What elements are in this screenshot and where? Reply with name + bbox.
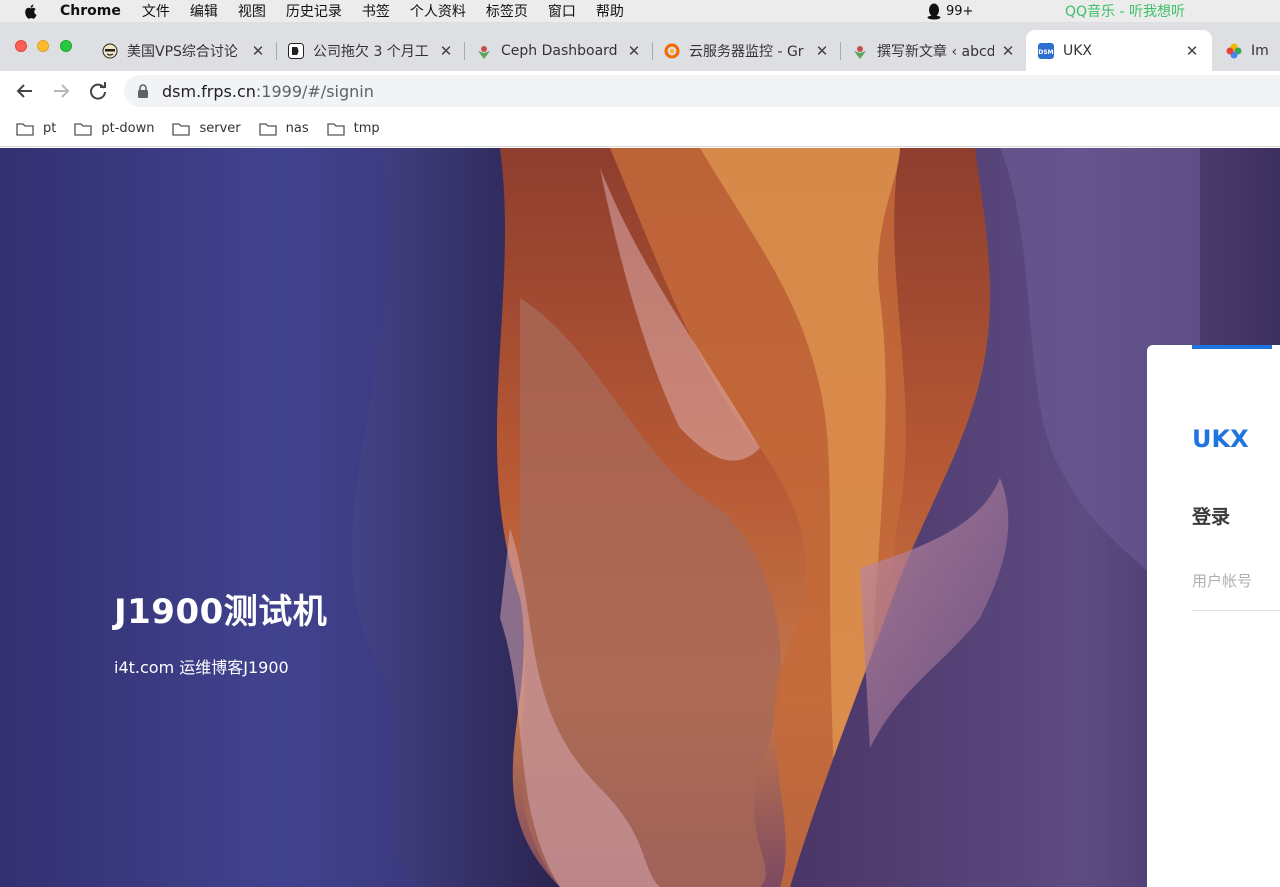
bookmark-folder-nas[interactable]: nas	[258, 121, 309, 136]
lock-icon[interactable]	[137, 84, 149, 98]
tab-grafana-monitor[interactable]: 云服务器监控 - Gr ✕	[654, 30, 841, 71]
account-input[interactable]	[1192, 567, 1280, 611]
grafana-icon	[664, 43, 680, 58]
close-tab-icon[interactable]: ✕	[250, 42, 266, 60]
tab-title: 美国VPS综合讨论	[127, 43, 238, 60]
tab-separator	[464, 42, 465, 60]
bookmark-folder-server[interactable]: server	[172, 121, 241, 136]
music-status[interactable]: QQ音乐 - 听我想听	[1065, 0, 1185, 22]
url-host: dsm.frps.cn	[162, 81, 256, 101]
tab-wordpress-editor[interactable]: 撰写新文章 ‹ abcd ✕	[842, 30, 1026, 71]
bookmark-label: nas	[285, 121, 309, 136]
bookmark-label: pt-down	[101, 121, 155, 136]
close-tab-icon[interactable]: ✕	[1184, 42, 1200, 60]
tab-v2ex-post[interactable]: 公司拖欠 3 个月工 ✕	[278, 30, 465, 71]
menu-view[interactable]: 视图	[238, 1, 266, 21]
tab-ukx-active[interactable]: DSM UKX ✕	[1026, 30, 1212, 71]
tab-separator	[652, 42, 653, 60]
url-text: dsm.frps.cn:1999/#/signin	[162, 82, 374, 101]
bookmark-folder-pt[interactable]: pt	[16, 121, 56, 136]
menu-profiles[interactable]: 个人资料	[410, 1, 466, 21]
folder-icon	[326, 122, 345, 136]
photos-icon	[1226, 43, 1242, 58]
menu-file[interactable]: 文件	[142, 1, 170, 21]
dsm-icon: DSM	[1038, 42, 1054, 59]
ceph-icon	[478, 45, 490, 59]
login-brand: UKX	[1192, 425, 1249, 453]
login-heading: 登录	[1192, 506, 1231, 528]
svg-text:DSM: DSM	[1038, 49, 1053, 56]
close-window-button[interactable]	[15, 40, 27, 52]
bookmark-label: server	[199, 121, 241, 136]
bookmark-folder-tmp[interactable]: tmp	[326, 121, 380, 136]
folder-icon	[74, 122, 93, 136]
reload-icon[interactable]	[87, 80, 109, 102]
login-panel: UKX 登录	[1147, 345, 1280, 887]
hero-subtitle: i4t.com 运维博客J1900	[114, 658, 289, 677]
tab-strip: 美国VPS综合讨论 ✕ 公司拖欠 3 个月工 ✕ Ceph Dashboard …	[0, 22, 1280, 71]
qq-badge: 99+	[946, 3, 974, 19]
minimize-window-button[interactable]	[37, 40, 49, 52]
tab-title: ImgK	[1251, 42, 1268, 59]
browser-toolbar: dsm.frps.cn:1999/#/signin	[0, 71, 1280, 111]
zoom-window-button[interactable]	[60, 40, 72, 52]
tab-separator	[276, 42, 277, 60]
login-page: J1900测试机 i4t.com 运维博客J1900 UKX 登录	[0, 148, 1280, 887]
folder-icon	[172, 122, 191, 136]
menu-bookmarks[interactable]: 书签	[362, 1, 390, 21]
tab-title: 云服务器监控 - Gr	[689, 43, 804, 60]
menu-history[interactable]: 历史记录	[286, 1, 342, 21]
apple-menu-icon[interactable]	[22, 2, 40, 20]
tab-title: 撰写新文章 ‹ abcd	[877, 43, 994, 60]
close-tab-icon[interactable]: ✕	[626, 42, 642, 60]
tab-title: 公司拖欠 3 个月工	[313, 43, 429, 60]
url-path: :1999/#/signin	[255, 81, 374, 101]
tab-ceph-dashboard[interactable]: Ceph Dashboard Pr ✕	[466, 30, 653, 71]
tab-imgk[interactable]: ImgK	[1214, 30, 1280, 71]
bookmark-label: tmp	[353, 121, 380, 136]
bookmarks-bar: pt pt-down server nas tmp	[0, 111, 1280, 147]
tab-title: UKX	[1063, 42, 1093, 59]
canyon-background-image	[0, 148, 1280, 887]
qq-penguin-icon	[927, 3, 941, 19]
bookmark-label: pt	[43, 121, 57, 136]
app-name-menu[interactable]: Chrome	[60, 3, 121, 19]
tab-vps-forum[interactable]: 美国VPS综合讨论 ✕	[92, 30, 277, 71]
wordpress-icon	[854, 45, 866, 59]
macos-menu-bar: Chrome 文件 编辑 视图 历史记录 书签 个人资料 标签页 窗口 帮助 9…	[0, 0, 1280, 22]
address-bar[interactable]: dsm.frps.cn:1999/#/signin	[124, 75, 1280, 107]
close-tab-icon[interactable]: ✕	[814, 42, 830, 60]
tab-separator	[840, 42, 841, 60]
close-tab-icon[interactable]: ✕	[438, 42, 454, 60]
folder-icon	[258, 122, 277, 136]
tab-title: Ceph Dashboard Pr	[501, 42, 620, 59]
close-tab-icon[interactable]: ✕	[1000, 42, 1016, 60]
bookmark-folder-pt-down[interactable]: pt-down	[74, 121, 154, 136]
menu-help[interactable]: 帮助	[596, 1, 624, 21]
menu-window[interactable]: 窗口	[548, 1, 576, 21]
login-accent-bar	[1192, 345, 1272, 349]
forward-arrow-icon[interactable]	[50, 80, 72, 102]
forum-icon	[102, 43, 118, 58]
v2ex-icon	[288, 42, 304, 59]
hero-title: J1900测试机	[114, 592, 328, 632]
qq-tray-item[interactable]: 99+	[926, 0, 973, 22]
menu-tab[interactable]: 标签页	[486, 1, 528, 21]
back-arrow-icon[interactable]	[14, 80, 36, 102]
menu-edit[interactable]: 编辑	[190, 1, 218, 21]
folder-icon	[16, 122, 34, 136]
